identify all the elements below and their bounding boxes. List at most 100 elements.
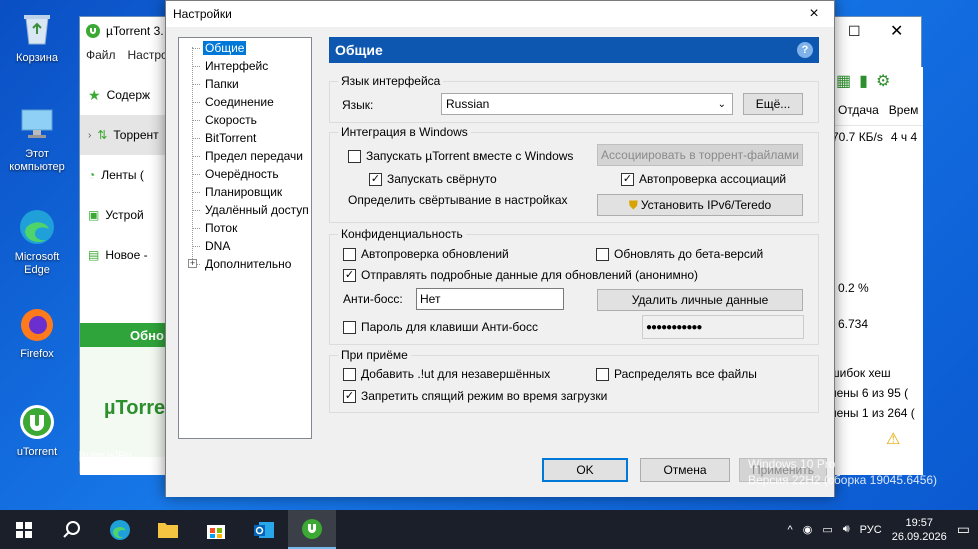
associate-button[interactable]: Ассоциировать в торрент-файлами [597, 144, 803, 166]
clock[interactable]: 19:57 26.09.2026 [892, 516, 947, 544]
cancel-button[interactable]: Отмена [640, 458, 730, 482]
checkbox-box: ✓ [343, 389, 356, 403]
new-icon: ▤ [88, 248, 100, 262]
feed-icon: ◔ [88, 168, 96, 182]
desktop-icon-label: uTorrent [16, 446, 58, 458]
password-mask: ●●●●●●●●●●● [646, 321, 702, 333]
desktop-icon-firefox[interactable]: Firefox [1, 304, 73, 361]
taskbar-store[interactable] [192, 510, 240, 549]
taskbar-file-explorer[interactable] [144, 510, 192, 549]
boss-password-field[interactable]: ●●●●●●●●●●● [642, 315, 804, 339]
pane-header: Общие ? [329, 37, 819, 63]
webcam-icon[interactable]: ◉ [803, 523, 813, 536]
tree-item-folders[interactable]: Папки [179, 75, 311, 93]
tree-item-streaming[interactable]: Поток [179, 219, 311, 237]
computer-icon [21, 109, 53, 138]
tree-item-speed[interactable]: Скорость [179, 111, 311, 129]
network-icon[interactable]: ▭ [822, 523, 832, 536]
sidebar-item-label: Содерж [106, 88, 151, 102]
checkbox-box: ✓ [621, 172, 634, 186]
info-line: нены 1 из 264 ( [830, 406, 915, 420]
tree-item-connection[interactable]: Соединение [179, 93, 311, 111]
sidebar-item-feeds[interactable]: ◔ Ленты ( [80, 155, 170, 195]
auto-update-checkbox[interactable]: Автопроверка обновлений [343, 247, 509, 261]
warning-icon: ⚠ [886, 431, 901, 448]
system-tray: ^ ◉ ▭ 🔊︎ РУС 19:57 26.09.2026 ▭ [788, 510, 978, 549]
menu-file[interactable]: Файл [86, 48, 116, 62]
sidebar-item-torrents[interactable]: › ⇅ Торрент [80, 115, 170, 155]
desktop-icon-edge[interactable]: Microsoft Edge [1, 207, 73, 277]
tree-item-scheduler[interactable]: Планировщик [179, 183, 311, 201]
tree-item-label: Папки [205, 77, 239, 91]
taskbar-utorrent[interactable] [288, 510, 336, 549]
star-icon: ★ [88, 86, 101, 103]
column-time[interactable]: Врем [889, 103, 919, 117]
checkbox-label: Распределять все файлы [614, 367, 757, 381]
taskbar-edge[interactable] [96, 510, 144, 549]
desktop-icon-utorrent[interactable]: uTorrent [1, 402, 73, 459]
start-minimized-checkbox[interactable]: ✓ Запускать свёрнуто [369, 172, 497, 186]
clear-private-data-button[interactable]: Удалить личные данные [597, 289, 803, 311]
tree-item-label: Очерёдность [205, 167, 279, 181]
autocheck-associations-checkbox[interactable]: ✓ Автопроверка ассоциаций [621, 172, 786, 186]
checkbox-label: Обновлять до бета-версий [614, 247, 764, 261]
ok-button[interactable]: OK [542, 458, 628, 482]
beta-update-checkbox[interactable]: Обновлять до бета-версий [596, 247, 763, 261]
chevron-up-icon[interactable]: ^ [788, 524, 793, 536]
sidebar-item-new[interactable]: ▤ Новое - [80, 235, 170, 275]
help-icon[interactable]: ? [797, 42, 813, 58]
add-ut-extension-checkbox[interactable]: Добавить .!ut для незавершённых [343, 367, 550, 381]
install-ipv6-button[interactable]: ⛊ Установить IPv6/Teredo [597, 194, 803, 216]
more-languages-button[interactable]: Ещё... [743, 93, 803, 115]
notification-icon[interactable]: ▭ [957, 521, 970, 538]
settings-pane: Общие ? [329, 37, 819, 63]
gear-icon[interactable]: ⚙ [876, 71, 890, 91]
boss-key-field[interactable]: Нет [416, 288, 564, 310]
tree-item-transfer-cap[interactable]: Предел передачи [179, 147, 311, 165]
torrent-row[interactable]: 70.7 КБ/s 4 ч 4 [830, 126, 923, 148]
edge-icon [20, 210, 54, 244]
start-with-windows-checkbox[interactable]: Запускать µTorrent вместе с Windows [348, 149, 573, 163]
taskbar-outlook[interactable] [240, 510, 288, 549]
preallocate-files-checkbox[interactable]: Распределять все файлы [596, 367, 757, 381]
settings-tree: Общие Интерфейс Папки Соединение Скорост… [178, 37, 312, 439]
search-icon [63, 520, 80, 538]
tree-item-label: Дополнительно [205, 257, 292, 271]
prevent-sleep-checkbox[interactable]: ✓ Запретить спящий режим во время загруз… [343, 389, 607, 403]
sidebar-item-devices[interactable]: ▣ Устрой [80, 195, 170, 235]
update-banner[interactable]: Обно [80, 323, 170, 347]
firefox-icon [21, 309, 53, 341]
close-icon[interactable]: × [794, 1, 834, 27]
menu-settings[interactable]: Настро [128, 48, 168, 62]
start-button[interactable] [0, 510, 48, 549]
search-button[interactable] [48, 510, 96, 549]
volume-icon[interactable]: 🔊︎ [843, 523, 850, 536]
tree-item-general[interactable]: Общие [179, 39, 311, 57]
tree-item-queueing[interactable]: Очерёдность [179, 165, 311, 183]
tree-item-bittorrent[interactable]: BitTorrent [179, 129, 311, 147]
language-indicator[interactable]: РУС [860, 524, 882, 536]
column-upload[interactable]: Отдача [838, 103, 879, 117]
utorrent-right-panel: ▦ ▮ ⚙ Отдача Врем 70.7 КБ/s 4 ч 4 0.2 % 6.73… [830, 67, 923, 475]
dialog-footer [166, 443, 834, 497]
button-label: Установить IPv6/Teredo [640, 198, 772, 212]
checkbox-box [596, 247, 609, 261]
close-icon[interactable]: ✕ [890, 21, 903, 41]
tree-item-interface[interactable]: Интерфейс [179, 57, 311, 75]
desktop-icon-recycle-bin[interactable]: Корзина [1, 8, 73, 65]
send-info-checkbox[interactable]: ✓ Отправлять подробные данные для обновл… [343, 268, 698, 282]
sidebar-item-content[interactable]: ★ Содерж [80, 75, 170, 115]
tree-item-dna[interactable]: DNA [179, 237, 311, 255]
grid-icon[interactable]: ▦ [836, 71, 851, 91]
language-label: Язык: [342, 98, 374, 112]
remote-icon[interactable]: ▮ [859, 71, 868, 91]
maximize-icon[interactable]: ☐ [848, 23, 861, 40]
expand-icon[interactable]: + [188, 259, 197, 268]
boss-password-checkbox[interactable]: Пароль для клавиши Анти-босс [343, 320, 538, 334]
desktop-icon-this-pc[interactable]: Этот компьютер [1, 104, 73, 174]
language-select[interactable]: Russian ⌄ [441, 93, 733, 115]
tree-item-remote[interactable]: Удалённый доступ [179, 201, 311, 219]
eta: 4 ч 4 [890, 130, 918, 144]
group-legend: Интеграция в Windows [338, 125, 471, 139]
tree-item-advanced[interactable]: + Дополнительно [179, 255, 311, 273]
